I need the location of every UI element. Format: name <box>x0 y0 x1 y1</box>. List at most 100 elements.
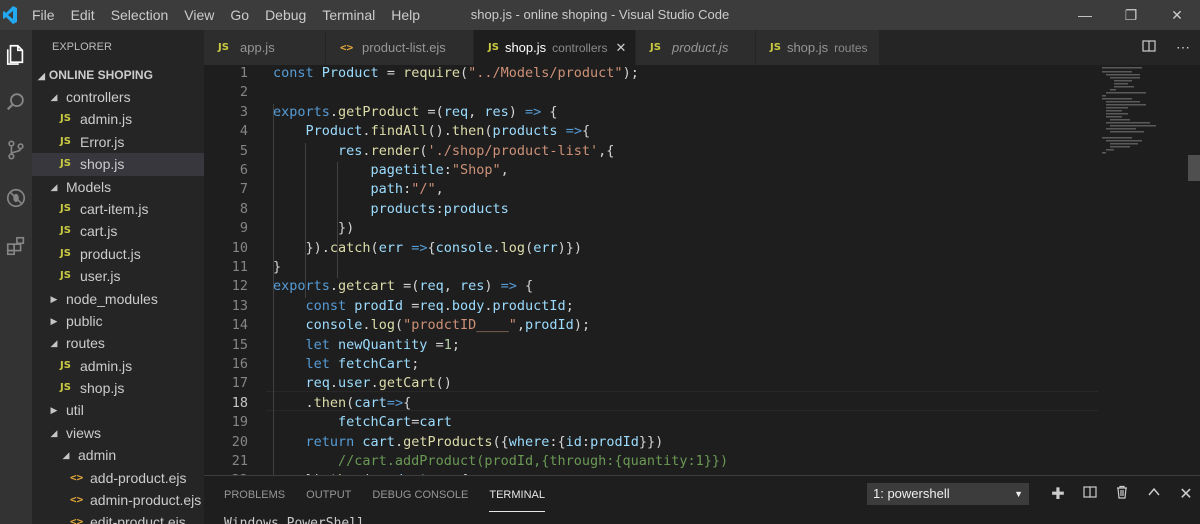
close-tab-icon[interactable]: ✕ <box>616 40 627 56</box>
tab-terminal[interactable]: TERMINAL <box>489 476 545 512</box>
editor-tab[interactable]: JS shop.js routes <box>756 30 880 65</box>
search-icon[interactable] <box>0 78 32 126</box>
code-token: res <box>484 103 509 120</box>
tree-folder[interactable]: ◢ routes <box>32 332 204 354</box>
code-token: () <box>435 375 452 392</box>
tab-label: product.js <box>672 40 729 55</box>
menu-edit[interactable]: Edit <box>63 0 103 30</box>
menu-selection[interactable]: Selection <box>103 0 177 30</box>
tree-file[interactable]: JS admin.js <box>32 108 204 130</box>
tree-file[interactable]: <> add-product.ejs <box>32 467 204 489</box>
trash-icon[interactable] <box>1106 485 1138 504</box>
tree-file[interactable]: JS cart.js <box>32 220 204 242</box>
minimize-button[interactable]: — <box>1062 0 1108 30</box>
line-number: 13 <box>231 297 248 314</box>
tree-file[interactable]: JS user.js <box>32 265 204 287</box>
tree-folder[interactable]: ◢ views <box>32 422 204 444</box>
code-token: getcart <box>338 278 395 295</box>
line-number: 21 <box>231 453 248 469</box>
code-token: prodId <box>590 433 639 450</box>
tree-item-label: routes <box>66 335 105 352</box>
js-file-icon: JS <box>650 42 661 53</box>
maximize-panel-icon[interactable] <box>1138 485 1170 504</box>
tree-file[interactable]: JS cart-item.js <box>32 198 204 220</box>
terminal-output[interactable]: Windows PowerShell <box>224 516 365 524</box>
tree-file[interactable]: <> admin-product.ejs <box>32 489 204 511</box>
split-terminal-icon[interactable] <box>1074 485 1106 504</box>
menu-terminal[interactable]: Terminal <box>314 0 383 30</box>
tree-folder[interactable]: ▶ util <box>32 399 204 421</box>
tree-item-label: cart.js <box>80 223 118 240</box>
extensions-icon[interactable] <box>0 222 32 270</box>
chevron-right-icon: ▶ <box>50 405 58 416</box>
tree-folder[interactable]: ◢ Models <box>32 176 204 198</box>
code-token: ({ <box>492 433 509 450</box>
new-terminal-icon[interactable]: ✚ <box>1042 484 1074 504</box>
code-token: }}) <box>638 433 664 450</box>
code-token: require <box>403 65 460 81</box>
code-token: log <box>370 317 395 334</box>
js-file-icon: JS <box>60 247 71 259</box>
code-token: = <box>378 65 404 81</box>
editor-tab[interactable]: JS product.js <box>636 30 756 65</box>
tab-problems[interactable]: PROBLEMS <box>224 476 285 512</box>
close-panel-icon[interactable]: ✕ <box>1170 484 1200 504</box>
code-token: . <box>329 103 339 120</box>
code-line: let newQuantity =1; <box>273 336 460 355</box>
split-editor-icon[interactable] <box>1132 39 1166 56</box>
menu-go[interactable]: Go <box>222 0 257 30</box>
source-control-icon[interactable] <box>0 126 32 174</box>
code-token: products <box>443 200 509 217</box>
code-token: , <box>500 162 509 178</box>
chevron-down-icon: ▼ <box>1014 489 1023 499</box>
code-token: fetchCart <box>338 414 412 431</box>
editor-tab[interactable]: JS shop.js controllers ✕ <box>474 30 636 65</box>
workspace-section[interactable]: ◢ ONLINE SHOPING <box>32 64 204 86</box>
code-token: let <box>305 356 339 372</box>
minimap[interactable] <box>1100 65 1188 165</box>
editor-scrollbar[interactable] <box>1188 155 1200 181</box>
tree-file[interactable]: JS admin.js <box>32 355 204 377</box>
file-tree: ◢ controllers JS admin.js JS Error.js JS shop.j… <box>32 86 204 524</box>
code-line: let fetchCart; <box>273 355 420 374</box>
tree-folder[interactable]: ◢ controllers <box>32 86 204 108</box>
code-token: }). <box>273 239 330 256</box>
tree-folder[interactable]: ◢ admin <box>32 444 204 466</box>
tab-output[interactable]: OUTPUT <box>306 476 351 512</box>
close-window-button[interactable]: ✕ <box>1154 0 1200 30</box>
debug-icon[interactable] <box>0 174 32 222</box>
code-editor[interactable]: 1 const Product = require("../Models/prod… <box>204 65 1200 475</box>
line-number: 19 <box>231 414 248 431</box>
code-token: = <box>403 297 420 314</box>
menu-file[interactable]: File <box>24 0 63 30</box>
tree-file[interactable]: JS shop.js <box>32 377 204 399</box>
code-token: { <box>427 239 436 256</box>
code-token: . <box>273 394 314 411</box>
menu-help[interactable]: Help <box>383 0 428 30</box>
tree-file[interactable]: JS shop.js <box>32 153 204 176</box>
tree-item-label: controllers <box>66 89 131 105</box>
tree-item-label: product.js <box>80 245 141 262</box>
js-file-icon: JS <box>60 113 71 125</box>
code-token: . <box>362 317 371 334</box>
terminal-select[interactable]: 1: powershell ▼ <box>867 483 1029 505</box>
restore-button[interactable]: ❐ <box>1108 0 1154 30</box>
tree-folder[interactable]: ▶ public <box>32 310 204 332</box>
code-token: const <box>305 297 355 314</box>
menu-debug[interactable]: Debug <box>257 0 314 30</box>
more-actions-icon[interactable]: ⋯ <box>1166 39 1200 56</box>
code-token: pagetitle <box>370 162 444 178</box>
tree-file[interactable]: JS Error.js <box>32 131 204 153</box>
tree-file[interactable]: <> edit-product.ejs <box>32 511 204 524</box>
editor-tab[interactable]: JS app.js <box>204 30 326 65</box>
explorer-icon[interactable] <box>0 30 32 78</box>
tab-debug-console[interactable]: DEBUG CONSOLE <box>372 476 468 512</box>
menu-view[interactable]: View <box>176 0 222 30</box>
editor-tab[interactable]: <> product-list.ejs <box>326 30 474 65</box>
tree-file[interactable]: JS product.js <box>32 243 204 265</box>
line-number: 15 <box>231 336 248 353</box>
tree-folder[interactable]: ▶ node_modules <box>32 288 204 310</box>
tree-item-label: views <box>66 424 102 441</box>
